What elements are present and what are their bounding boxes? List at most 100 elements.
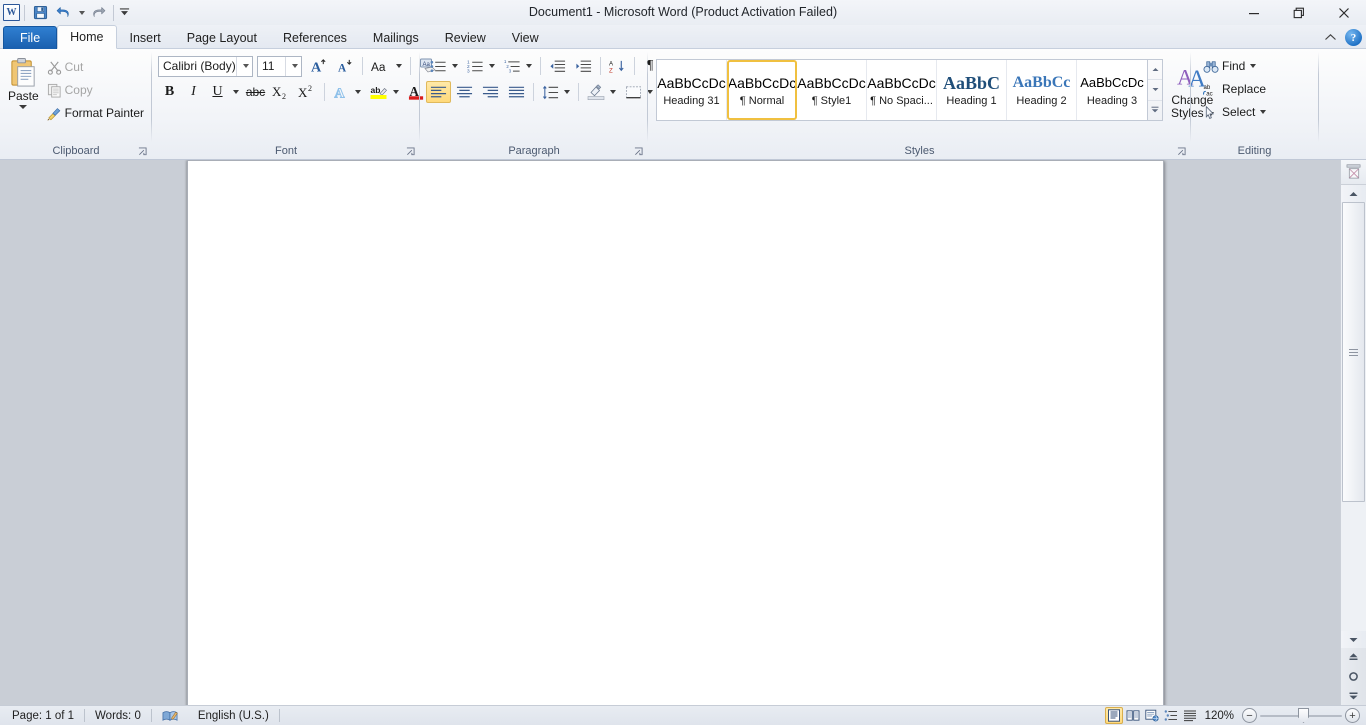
line-spacing-button[interactable]: [538, 81, 574, 103]
paragraph-dialog-launcher[interactable]: [632, 145, 645, 158]
text-effects-dropdown-icon[interactable]: [355, 90, 361, 94]
highlight-dropdown-icon[interactable]: [393, 90, 399, 94]
style-item-normal[interactable]: AaBbCcDc ¶ Normal: [727, 60, 797, 120]
proofing-status-button[interactable]: [152, 707, 188, 725]
zoom-in-button[interactable]: +: [1345, 708, 1360, 723]
underline-dropdown-icon[interactable]: [230, 81, 242, 103]
align-center-button[interactable]: [452, 81, 477, 103]
view-outline-button[interactable]: [1162, 707, 1180, 724]
scrollbar-thumb[interactable]: [1342, 202, 1365, 502]
font-dialog-launcher[interactable]: [404, 145, 417, 158]
clipboard-dialog-launcher[interactable]: [136, 145, 149, 158]
styles-dialog-launcher[interactable]: [1175, 145, 1188, 158]
document-page[interactable]: [187, 160, 1164, 705]
text-effects-button[interactable]: A: [329, 81, 365, 103]
minimize-ribbon-icon[interactable]: [1322, 30, 1338, 46]
multilevel-dropdown-icon[interactable]: [526, 64, 532, 68]
highlight-color-button[interactable]: ab: [366, 81, 403, 103]
view-draft-button[interactable]: [1181, 707, 1199, 724]
undo-dropdown-icon[interactable]: [75, 3, 86, 23]
help-icon[interactable]: ?: [1345, 29, 1362, 46]
font-size-input[interactable]: 11: [257, 56, 302, 77]
align-left-button[interactable]: [426, 81, 451, 103]
align-right-button[interactable]: [478, 81, 503, 103]
shading-button[interactable]: [583, 81, 620, 103]
style-item-no-spacing[interactable]: AaBbCcDc ¶ No Spaci...: [867, 60, 937, 120]
bold-button[interactable]: B: [158, 81, 181, 103]
increase-indent-button[interactable]: [571, 55, 596, 77]
tab-file[interactable]: File: [3, 26, 57, 49]
word-count[interactable]: Words: 0: [85, 707, 151, 725]
paste-dropdown-icon[interactable]: [19, 105, 27, 109]
strikethrough-button[interactable]: abc: [243, 81, 268, 103]
select-dropdown-icon[interactable]: [1260, 110, 1266, 114]
style-item-heading31[interactable]: AaBbCcDc Heading 31: [657, 60, 727, 120]
save-icon[interactable]: [29, 3, 51, 23]
language-indicator[interactable]: English (U.S.): [188, 707, 279, 725]
view-print-layout-button[interactable]: [1105, 707, 1123, 724]
scroll-up-button[interactable]: [1341, 185, 1366, 202]
line-spacing-dropdown-icon[interactable]: [564, 90, 570, 94]
minimize-button[interactable]: [1231, 0, 1276, 25]
shading-dropdown-icon[interactable]: [610, 90, 616, 94]
zoom-level[interactable]: 120%: [1200, 710, 1241, 722]
previous-page-button[interactable]: [1341, 648, 1366, 667]
zoom-slider-track[interactable]: [1257, 708, 1345, 723]
tab-view[interactable]: View: [499, 26, 552, 49]
style-item-heading2[interactable]: AaBbCc Heading 2: [1007, 60, 1077, 120]
format-painter-button[interactable]: Format Painter: [43, 102, 148, 124]
view-ruler-button[interactable]: [1341, 160, 1366, 185]
style-item-heading3[interactable]: AaBbCcDc Heading 3: [1077, 60, 1147, 120]
cut-button[interactable]: Cut: [43, 56, 148, 78]
scrollbar-track[interactable]: [1341, 202, 1366, 631]
sort-button[interactable]: A Z: [605, 55, 630, 77]
find-dropdown-icon[interactable]: [1250, 64, 1256, 68]
scroll-down-button[interactable]: [1341, 631, 1366, 648]
next-page-button[interactable]: [1341, 686, 1366, 705]
replace-button[interactable]: ab ac Replace: [1199, 78, 1270, 100]
decrease-indent-button[interactable]: [545, 55, 570, 77]
restore-button[interactable]: [1276, 0, 1321, 25]
font-name-dropdown-icon[interactable]: [236, 57, 252, 76]
change-case-dropdown-icon[interactable]: [396, 64, 402, 68]
underline-button[interactable]: U: [206, 81, 229, 103]
view-web-layout-button[interactable]: [1143, 707, 1161, 724]
redo-icon[interactable]: [87, 3, 109, 23]
customize-qat-icon[interactable]: [118, 3, 131, 23]
tab-page-layout[interactable]: Page Layout: [174, 26, 270, 49]
zoom-slider[interactable]: − +: [1242, 708, 1360, 723]
view-full-screen-reading-button[interactable]: [1124, 707, 1142, 724]
justify-button[interactable]: [504, 81, 529, 103]
find-button[interactable]: Find: [1199, 55, 1260, 77]
styles-more-button[interactable]: [1148, 101, 1162, 120]
subscript-button[interactable]: X 2: [269, 81, 294, 103]
tab-review[interactable]: Review: [432, 26, 499, 49]
zoom-slider-thumb[interactable]: [1298, 708, 1309, 723]
italic-button[interactable]: I: [182, 81, 205, 103]
grow-font-button[interactable]: A: [307, 55, 332, 77]
superscript-button[interactable]: X 2: [295, 81, 320, 103]
tab-home[interactable]: Home: [57, 25, 116, 49]
zoom-out-button[interactable]: −: [1242, 708, 1257, 723]
numbering-button[interactable]: 123: [463, 55, 499, 77]
bullets-dropdown-icon[interactable]: [452, 64, 458, 68]
tab-insert[interactable]: Insert: [117, 26, 174, 49]
close-button[interactable]: [1321, 0, 1366, 25]
bullets-button[interactable]: [426, 55, 462, 77]
document-canvas[interactable]: [0, 160, 1340, 705]
style-item-style1[interactable]: AaBbCcDc ¶ Style1: [797, 60, 867, 120]
styles-scroll-down-button[interactable]: [1148, 80, 1162, 100]
undo-icon[interactable]: [52, 3, 74, 23]
numbering-dropdown-icon[interactable]: [489, 64, 495, 68]
paste-button[interactable]: Paste: [4, 54, 43, 110]
tab-mailings[interactable]: Mailings: [360, 26, 432, 49]
shrink-font-button[interactable]: A: [333, 55, 358, 77]
page-indicator[interactable]: Page: 1 of 1: [2, 707, 84, 725]
multilevel-list-button[interactable]: 123: [500, 55, 536, 77]
select-browse-object-button[interactable]: [1341, 667, 1366, 686]
change-case-button[interactable]: Aa: [367, 55, 406, 77]
tab-references[interactable]: References: [270, 26, 360, 49]
style-item-heading1[interactable]: AaBbC Heading 1: [937, 60, 1007, 120]
font-size-dropdown-icon[interactable]: [285, 57, 301, 76]
select-button[interactable]: Select: [1199, 101, 1270, 123]
